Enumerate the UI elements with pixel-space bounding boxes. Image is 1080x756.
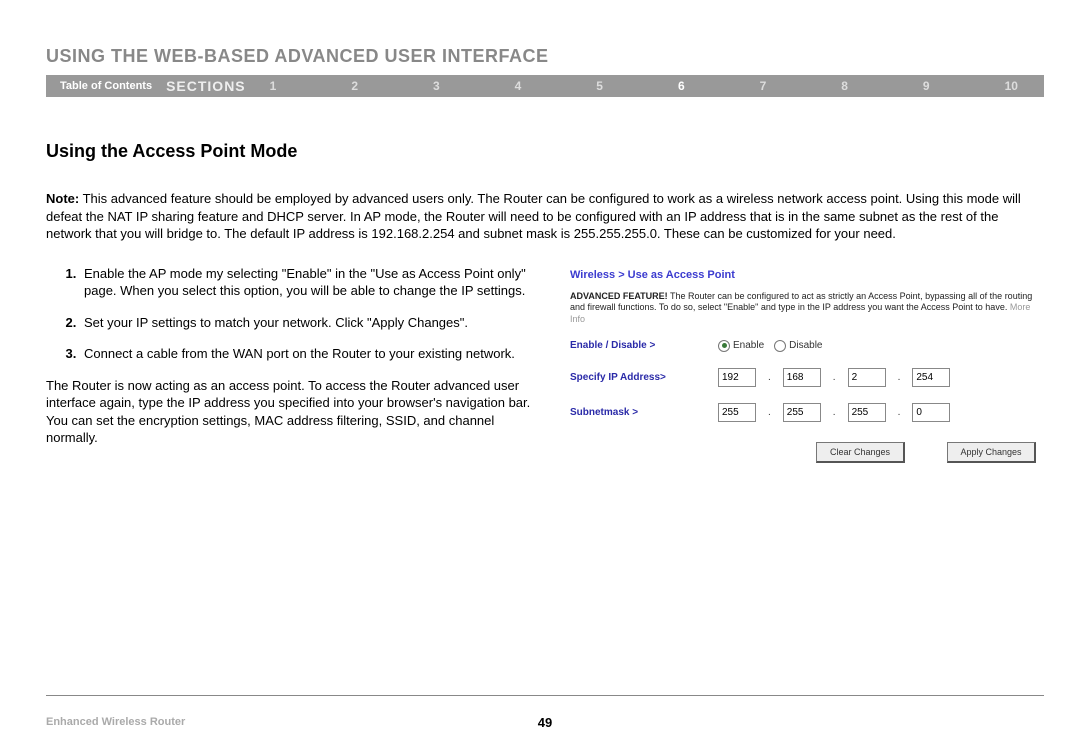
mask-octet-3[interactable]	[848, 403, 886, 422]
apply-changes-button[interactable]: Apply Changes	[947, 442, 1036, 463]
enable-disable-label: Enable / Disable >	[570, 340, 718, 351]
section-title: Using the Access Point Mode	[46, 141, 1044, 162]
note-text: This advanced feature should be employed…	[46, 191, 1021, 241]
steps-list: Enable the AP mode my selecting "Enable"…	[46, 265, 546, 363]
ip-dot: .	[831, 372, 838, 383]
mask-octet-1[interactable]	[718, 403, 756, 422]
panel-breadcrumb[interactable]: Wireless > Use as Access Point	[570, 269, 1044, 281]
ip-address-label: Specify IP Address>	[570, 372, 718, 383]
ip-octet-4[interactable]	[912, 368, 950, 387]
ip-octet-3[interactable]	[848, 368, 886, 387]
nav-toc-link[interactable]: Table of Contents	[46, 80, 166, 92]
ip-dot: .	[831, 407, 838, 418]
ip-dot: .	[896, 372, 903, 383]
disable-radio-label: Disable	[789, 340, 822, 351]
nav-sections-label: SECTIONS	[166, 78, 270, 94]
nav-section-7[interactable]: 7	[760, 79, 767, 93]
nav-section-8[interactable]: 8	[841, 79, 848, 93]
clear-changes-button[interactable]: Clear Changes	[816, 442, 905, 463]
ip-address-fields: . . .	[718, 368, 950, 387]
panel-advanced-note: ADVANCED FEATURE! The Router can be conf…	[570, 291, 1044, 326]
subnet-mask-label: Subnetmask >	[570, 407, 718, 418]
step-3: Connect a cable from the WAN port on the…	[80, 345, 546, 363]
ip-dot: .	[766, 407, 773, 418]
mask-octet-2[interactable]	[783, 403, 821, 422]
radio-dot-icon	[774, 340, 786, 352]
ip-dot: .	[896, 407, 903, 418]
nav-section-2[interactable]: 2	[351, 79, 358, 93]
page-number: 49	[538, 715, 552, 730]
section-navbar: Table of Contents SECTIONS 1 2 3 4 5 6 7 8 9 10	[46, 75, 1044, 97]
nav-section-1[interactable]: 1	[270, 79, 277, 93]
adv-label: ADVANCED FEATURE!	[570, 291, 668, 301]
mask-octet-4[interactable]	[912, 403, 950, 422]
ip-octet-2[interactable]	[783, 368, 821, 387]
note-label: Note:	[46, 191, 79, 206]
step-2: Set your IP settings to match your netwo…	[80, 314, 546, 332]
chapter-title: USING THE WEB-BASED ADVANCED USER INTERF…	[46, 46, 1044, 67]
nav-section-4[interactable]: 4	[515, 79, 522, 93]
radio-dot-selected-icon	[718, 340, 730, 352]
nav-section-6[interactable]: 6	[678, 79, 685, 93]
note-paragraph: Note: This advanced feature should be em…	[46, 190, 1044, 243]
nav-section-5[interactable]: 5	[596, 79, 603, 93]
nav-section-3[interactable]: 3	[433, 79, 440, 93]
footer-rule	[46, 695, 1044, 696]
ip-dot: .	[766, 372, 773, 383]
nav-section-9[interactable]: 9	[923, 79, 930, 93]
ip-octet-1[interactable]	[718, 368, 756, 387]
nav-section-10[interactable]: 10	[1005, 79, 1018, 93]
enable-radio[interactable]: Enable	[718, 340, 764, 352]
router-ui-panel: Wireless > Use as Access Point ADVANCED …	[570, 265, 1044, 463]
step-1: Enable the AP mode my selecting "Enable"…	[80, 265, 546, 300]
subnet-mask-fields: . . .	[718, 403, 950, 422]
closing-paragraph: The Router is now acting as an access po…	[46, 377, 546, 447]
disable-radio[interactable]: Disable	[774, 340, 822, 352]
enable-radio-label: Enable	[733, 340, 764, 351]
footer-product-name: Enhanced Wireless Router	[46, 716, 185, 728]
